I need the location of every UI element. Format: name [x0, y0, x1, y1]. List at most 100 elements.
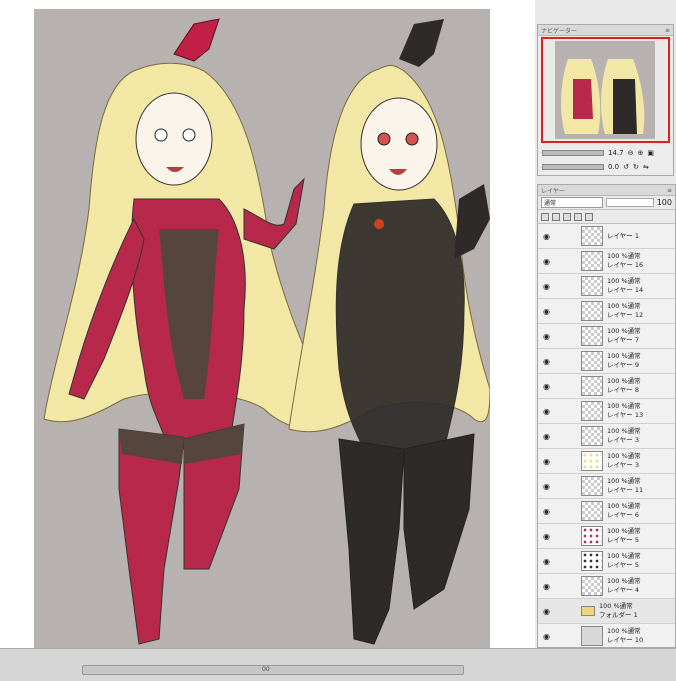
layer-title-bar[interactable]: レイヤー ≡ [538, 185, 675, 196]
visibility-eye-icon[interactable]: ◉ [542, 232, 551, 241]
bottom-status-bar: 00 [0, 648, 676, 681]
layer-row[interactable]: ◉ 100 %通常 レイヤー 11 [538, 474, 675, 499]
visibility-eye-icon[interactable]: ◉ [542, 382, 551, 391]
opacity-slider[interactable] [605, 198, 654, 207]
layer-label: 100 %通常 レイヤー 7 [607, 327, 641, 345]
visibility-eye-icon[interactable]: ◉ [542, 607, 551, 616]
layer-blend-info: 100 %通常 [599, 602, 633, 610]
layer-blend-info: 100 %通常 [607, 552, 641, 560]
panel-menu-icon[interactable]: ≡ [665, 27, 670, 34]
layer-label: 100 %通常 レイヤー 11 [607, 477, 643, 495]
layer-name: レイヤー 12 [607, 311, 644, 319]
zoom-in-icon[interactable]: ⊕ [637, 149, 643, 157]
character-left [43, 18, 335, 645]
navigator-rotate-row: 0.0 ↺ ↻ ⇋ [542, 161, 669, 173]
layer-row[interactable]: ◉ 100 %通常 レイヤー 16 [538, 249, 675, 274]
layer-label: 100 %通常 レイヤー 5 [607, 527, 641, 545]
layer-blend-info: 100 %通常 [607, 452, 641, 460]
layer-thumbnail [581, 326, 603, 346]
layer-row[interactable]: ◉ 100 %通常 レイヤー 9 [538, 349, 675, 374]
rotate-right-icon[interactable]: ↻ [633, 163, 639, 171]
visibility-eye-icon[interactable]: ◉ [542, 482, 551, 491]
visibility-eye-icon[interactable]: ◉ [542, 282, 551, 291]
visibility-eye-icon[interactable]: ◉ [542, 532, 551, 541]
layer-label: レイヤー 1 [607, 232, 639, 241]
flip-icon[interactable]: ⇋ [643, 163, 649, 171]
layer-row[interactable]: ◉ レイヤー 1 [538, 224, 675, 249]
layer-row[interactable]: ◉ 100 %通常 レイヤー 10 [538, 624, 675, 647]
layer-thumbnail [581, 451, 603, 471]
layer-blend-info: レイヤー 1 [607, 231, 640, 240]
lock-icon[interactable] [552, 212, 560, 221]
layer-name: レイヤー 5 [607, 536, 640, 544]
horizontal-scrollbar[interactable] [82, 665, 464, 675]
layer-folder-row[interactable]: ◉ 100 %通常 フォルダー 1 [538, 599, 675, 624]
layer-row[interactable]: ◉ 100 %通常 レイヤー 7 [538, 324, 675, 349]
layer-label: 100 %通常 レイヤー 16 [607, 252, 643, 270]
navigator-preview[interactable] [541, 37, 670, 143]
visibility-eye-icon[interactable]: ◉ [542, 257, 551, 266]
navigator-zoom-row: 14.7 ⊖ ⊕ ▣ [542, 147, 669, 159]
layer-name: レイヤー 16 [607, 261, 644, 269]
layer-row[interactable]: ◉ 100 %通常 レイヤー 3 [538, 424, 675, 449]
layer-blend-info: 100 %通常 [607, 352, 641, 360]
layer-row[interactable]: ◉ 100 %通常 レイヤー 4 [538, 574, 675, 599]
layer-row[interactable]: ◉ 100 %通常 レイヤー 14 [538, 274, 675, 299]
zoom-slider[interactable] [542, 150, 604, 156]
layer-blend-info: 100 %通常 [607, 377, 641, 385]
layer-row[interactable]: ◉ 100 %通常 レイヤー 8 [538, 374, 675, 399]
visibility-eye-icon[interactable]: ◉ [542, 457, 551, 466]
layer-label: 100 %通常 フォルダー 1 [599, 602, 638, 620]
blend-mode-select[interactable]: 通常 [541, 197, 603, 208]
artwork-canvas[interactable] [34, 9, 490, 648]
folder-icon [581, 606, 595, 616]
layer-row[interactable]: ◉ 100 %通常 レイヤー 13 [538, 399, 675, 424]
layer-label: 100 %通常 レイヤー 14 [607, 277, 643, 295]
layer-row[interactable]: ◉ 100 %通常 レイヤー 12 [538, 299, 675, 324]
layer-row[interactable]: ◉ 100 %通常 レイヤー 3 [538, 449, 675, 474]
layer-tools-row [538, 210, 675, 224]
layer-blend-info: 100 %通常 [607, 402, 641, 410]
fit-icon[interactable]: ▣ [647, 149, 654, 157]
layer-name: レイヤー 6 [607, 511, 640, 519]
navigator-thumbnail [555, 41, 655, 139]
layer-row[interactable]: ◉ 100 %通常 レイヤー 6 [538, 499, 675, 524]
layer-label: 100 %通常 レイヤー 9 [607, 352, 641, 370]
visibility-eye-icon[interactable]: ◉ [542, 632, 551, 641]
rotate-left-icon[interactable]: ↺ [623, 163, 629, 171]
layer-name: レイヤー 8 [607, 386, 640, 394]
rotate-slider[interactable] [542, 164, 604, 170]
mask-icon[interactable] [585, 212, 593, 221]
layer-thumbnail [581, 276, 603, 296]
layer-name: レイヤー 10 [607, 636, 644, 644]
character-right [288, 19, 490, 645]
visibility-eye-icon[interactable]: ◉ [542, 582, 551, 591]
panel-menu-icon[interactable]: ≡ [667, 187, 672, 194]
navigator-title-bar[interactable]: ナビゲーター ≡ [538, 25, 673, 36]
layer-thumbnail [581, 626, 603, 646]
layer-row[interactable]: ◉ 100 %通常 レイヤー 5 [538, 524, 675, 549]
color-icon[interactable] [574, 212, 582, 221]
layer-thumbnail [581, 301, 603, 321]
layer-blend-info: 100 %通常 [607, 302, 641, 310]
visibility-eye-icon[interactable]: ◉ [542, 432, 551, 441]
visibility-eye-icon[interactable]: ◉ [542, 557, 551, 566]
layer-name: レイヤー 7 [607, 336, 640, 344]
layer-blend-info: 100 %通常 [607, 627, 641, 635]
layer-name: フォルダー 1 [599, 611, 638, 619]
artwork-illustration [43, 18, 490, 645]
visibility-eye-icon[interactable]: ◉ [542, 357, 551, 366]
layer-panel: レイヤー ≡ 通常 100 ◉ レイヤー 1 ◉ 100 %通常 レイヤー 16 ◉ 100… [537, 184, 676, 648]
layer-panel-title: レイヤー [541, 187, 565, 195]
zoom-out-icon[interactable]: ⊖ [628, 149, 634, 157]
canvas-area[interactable] [0, 0, 535, 648]
visibility-eye-icon[interactable]: ◉ [542, 507, 551, 516]
visibility-eye-icon[interactable]: ◉ [542, 307, 551, 316]
clip-icon[interactable] [541, 212, 549, 221]
layer-label: 100 %通常 レイヤー 3 [607, 427, 641, 445]
layer-thumbnail [581, 251, 603, 271]
layer-row[interactable]: ◉ 100 %通常 レイヤー 5 [538, 549, 675, 574]
visibility-eye-icon[interactable]: ◉ [542, 407, 551, 416]
reference-icon[interactable] [563, 212, 571, 221]
visibility-eye-icon[interactable]: ◉ [542, 332, 551, 341]
